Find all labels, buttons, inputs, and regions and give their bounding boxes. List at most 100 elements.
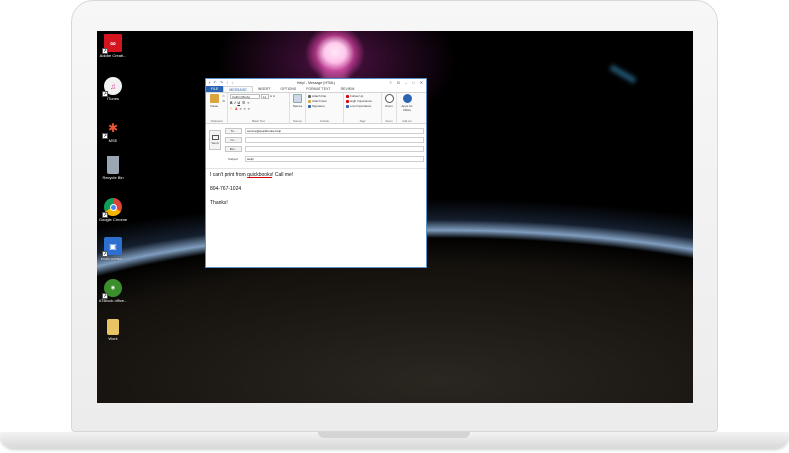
tags-group: Follow Up High Importance Low Importance…: [344, 93, 382, 123]
desktop-icon-adobe[interactable]: ∞ ↗ Adobe Creati...: [98, 34, 128, 58]
bcc-field[interactable]: [245, 146, 424, 152]
include-group-label: Include: [319, 119, 330, 123]
format-row: B I U ☰ ≡: [230, 101, 287, 105]
body-line-3: Thanks!: [210, 200, 228, 206]
signature-icon: [308, 104, 311, 108]
high-importance-label: High Importance: [350, 99, 373, 103]
paste-icon: [209, 94, 219, 103]
zoom-group: Zoom Zoom: [382, 93, 397, 123]
zoom-button[interactable]: Zoom: [384, 94, 394, 122]
signature-button[interactable]: Signature: [308, 104, 327, 108]
italic-button[interactable]: I: [235, 101, 236, 105]
tab-options[interactable]: OPTIONS: [276, 86, 302, 92]
apps-for-office-icon: [402, 94, 412, 103]
copy-icon[interactable]: ⧉: [222, 99, 225, 103]
to-field[interactable]: service@quickbooks.help: [245, 128, 424, 134]
tab-message[interactable]: MESSAGE: [223, 86, 253, 92]
underline-button[interactable]: U: [238, 101, 241, 105]
recycle-bin-icon: [107, 156, 119, 174]
desktop-icon-work-folder[interactable]: Work: [98, 319, 128, 341]
shortcut-arrow-icon: ↗: [102, 133, 108, 139]
bcc-row: Bcc...: [225, 146, 424, 152]
chrome-icon: ↗: [102, 198, 122, 218]
message-header: Send To... service@quickbooks.help Cc...…: [206, 124, 426, 169]
tab-review[interactable]: REVIEW: [336, 86, 360, 92]
grow-font-icon[interactable]: A: [270, 94, 272, 99]
include-group: Attach File Attach Item Signature Includ…: [306, 93, 344, 123]
flag-icon: [346, 94, 349, 98]
ribbon: Paste ✂ ⧉ Clipboard Calibri (Body) 11 A …: [206, 93, 426, 124]
body-text: I can't print from: [210, 172, 248, 178]
desktop-icon-mse[interactable]: ✱ ↗ MSE: [98, 119, 128, 143]
desktop-icon-evolv[interactable]: ▣ ↗ evolv conso...: [98, 237, 128, 261]
apps-for-office-label: Apps for Office: [401, 104, 413, 112]
shortcut-arrow-icon: ↗: [102, 48, 108, 54]
tab-file[interactable]: FILE: [206, 86, 224, 92]
bullets-icon[interactable]: ☰: [242, 101, 245, 105]
cc-button[interactable]: Cc...: [225, 137, 242, 143]
apps-for-office-button[interactable]: Apps for Office: [399, 94, 415, 122]
low-importance-button[interactable]: Low Importance: [346, 104, 372, 108]
ribbon-tabs: FILE MESSAGE INSERT OPTIONS FORMAT TEXT …: [206, 86, 426, 93]
envelope-icon: [211, 135, 219, 140]
send-button[interactable]: Send: [209, 130, 221, 150]
desktop-icon-chrome[interactable]: ↗ Google Chrome: [98, 198, 128, 222]
down-arrow-icon: [346, 104, 349, 108]
body-text: ! Call me!: [272, 172, 294, 178]
tab-insert[interactable]: INSERT: [253, 86, 276, 92]
desktop-icon-recycle-bin[interactable]: Recycle Bin: [98, 156, 128, 180]
bold-button[interactable]: B: [230, 101, 233, 105]
desktop-icon-label: Work: [108, 336, 118, 341]
window-title: Help! - Message (HTML): [296, 80, 336, 85]
desktop-icon-itunes[interactable]: ♫ ↗ iTunes: [98, 77, 128, 101]
names-button-label: Names: [292, 104, 303, 108]
desktop-screen: ∞ ↗ Adobe Creati... ♫ ↗ iTunes ✱ ↗ MSE Recy…: [97, 31, 693, 403]
to-button[interactable]: To...: [225, 128, 242, 134]
zoom-button-label: Zoom: [385, 104, 393, 108]
attach-item-button[interactable]: Attach Item: [308, 99, 327, 103]
message-body[interactable]: I can't print from quickbooks! Call me! …: [206, 169, 426, 217]
tab-format-text[interactable]: FORMAT TEXT: [301, 86, 335, 92]
addins-group: Apps for Office Add-ins: [397, 93, 417, 123]
align-right-icon[interactable]: ≡: [248, 107, 250, 111]
font-color-icon[interactable]: A: [235, 107, 238, 111]
follow-up-button[interactable]: Follow Up: [346, 94, 372, 98]
color-row: ✎ A ≡ ≡ ≡: [230, 107, 287, 111]
shortcut-arrow-icon: ↗: [102, 212, 108, 218]
attach-file-button[interactable]: Attach File: [308, 94, 327, 98]
magnifier-icon: [384, 94, 394, 103]
subject-field[interactable]: Help!: [245, 156, 424, 162]
attach-item-label: Attach Item: [312, 99, 328, 103]
font-name-select[interactable]: Calibri (Body): [230, 94, 260, 99]
highlight-icon[interactable]: ✎: [230, 107, 233, 111]
address-book-icon: [293, 94, 302, 103]
body-text-misspelled: quickbooks: [247, 172, 273, 178]
clipboard-small-buttons: ✂ ⧉: [222, 94, 225, 122]
desktop-icon-atblock[interactable]: ◉ ↗ ATBlock office...: [98, 279, 128, 303]
tags-group-label: Tags: [359, 119, 366, 123]
cut-icon[interactable]: ✂: [222, 94, 225, 98]
include-items: Attach File Attach Item Signature: [308, 94, 327, 122]
subject-label: Subject: [228, 157, 239, 161]
signature-label: Signature: [312, 104, 325, 108]
adobe-cc-icon: ∞ ↗: [102, 34, 122, 54]
font-size-select[interactable]: 11: [261, 94, 269, 99]
high-importance-button[interactable]: High Importance: [346, 99, 372, 103]
paste-button[interactable]: Paste: [208, 94, 220, 122]
desktop-icon-label: Recycle Bin: [102, 175, 124, 180]
shrink-font-icon[interactable]: A: [273, 94, 275, 99]
attach-file-label: Attach File: [312, 94, 327, 98]
align-left-icon[interactable]: ≡: [239, 107, 241, 111]
paste-label: Paste: [210, 104, 219, 108]
atblock-icon: ◉ ↗: [102, 279, 122, 299]
addins-group-label: Add-ins: [402, 119, 412, 123]
message-window[interactable]: ▪ ↶ ↷ ↑ ↓ Help! - Message (HTML) ? ⊡ – □…: [205, 78, 427, 268]
bcc-button[interactable]: Bcc...: [225, 146, 242, 152]
align-center-icon[interactable]: ≡: [244, 107, 246, 111]
cc-row: Cc...: [225, 137, 424, 143]
evolv-icon: ▣ ↗: [102, 237, 122, 257]
numbering-icon[interactable]: ≡: [247, 101, 249, 105]
mse-icon: ✱ ↗: [102, 120, 119, 139]
cc-field[interactable]: [245, 137, 424, 143]
names-button[interactable]: Names: [292, 94, 303, 122]
